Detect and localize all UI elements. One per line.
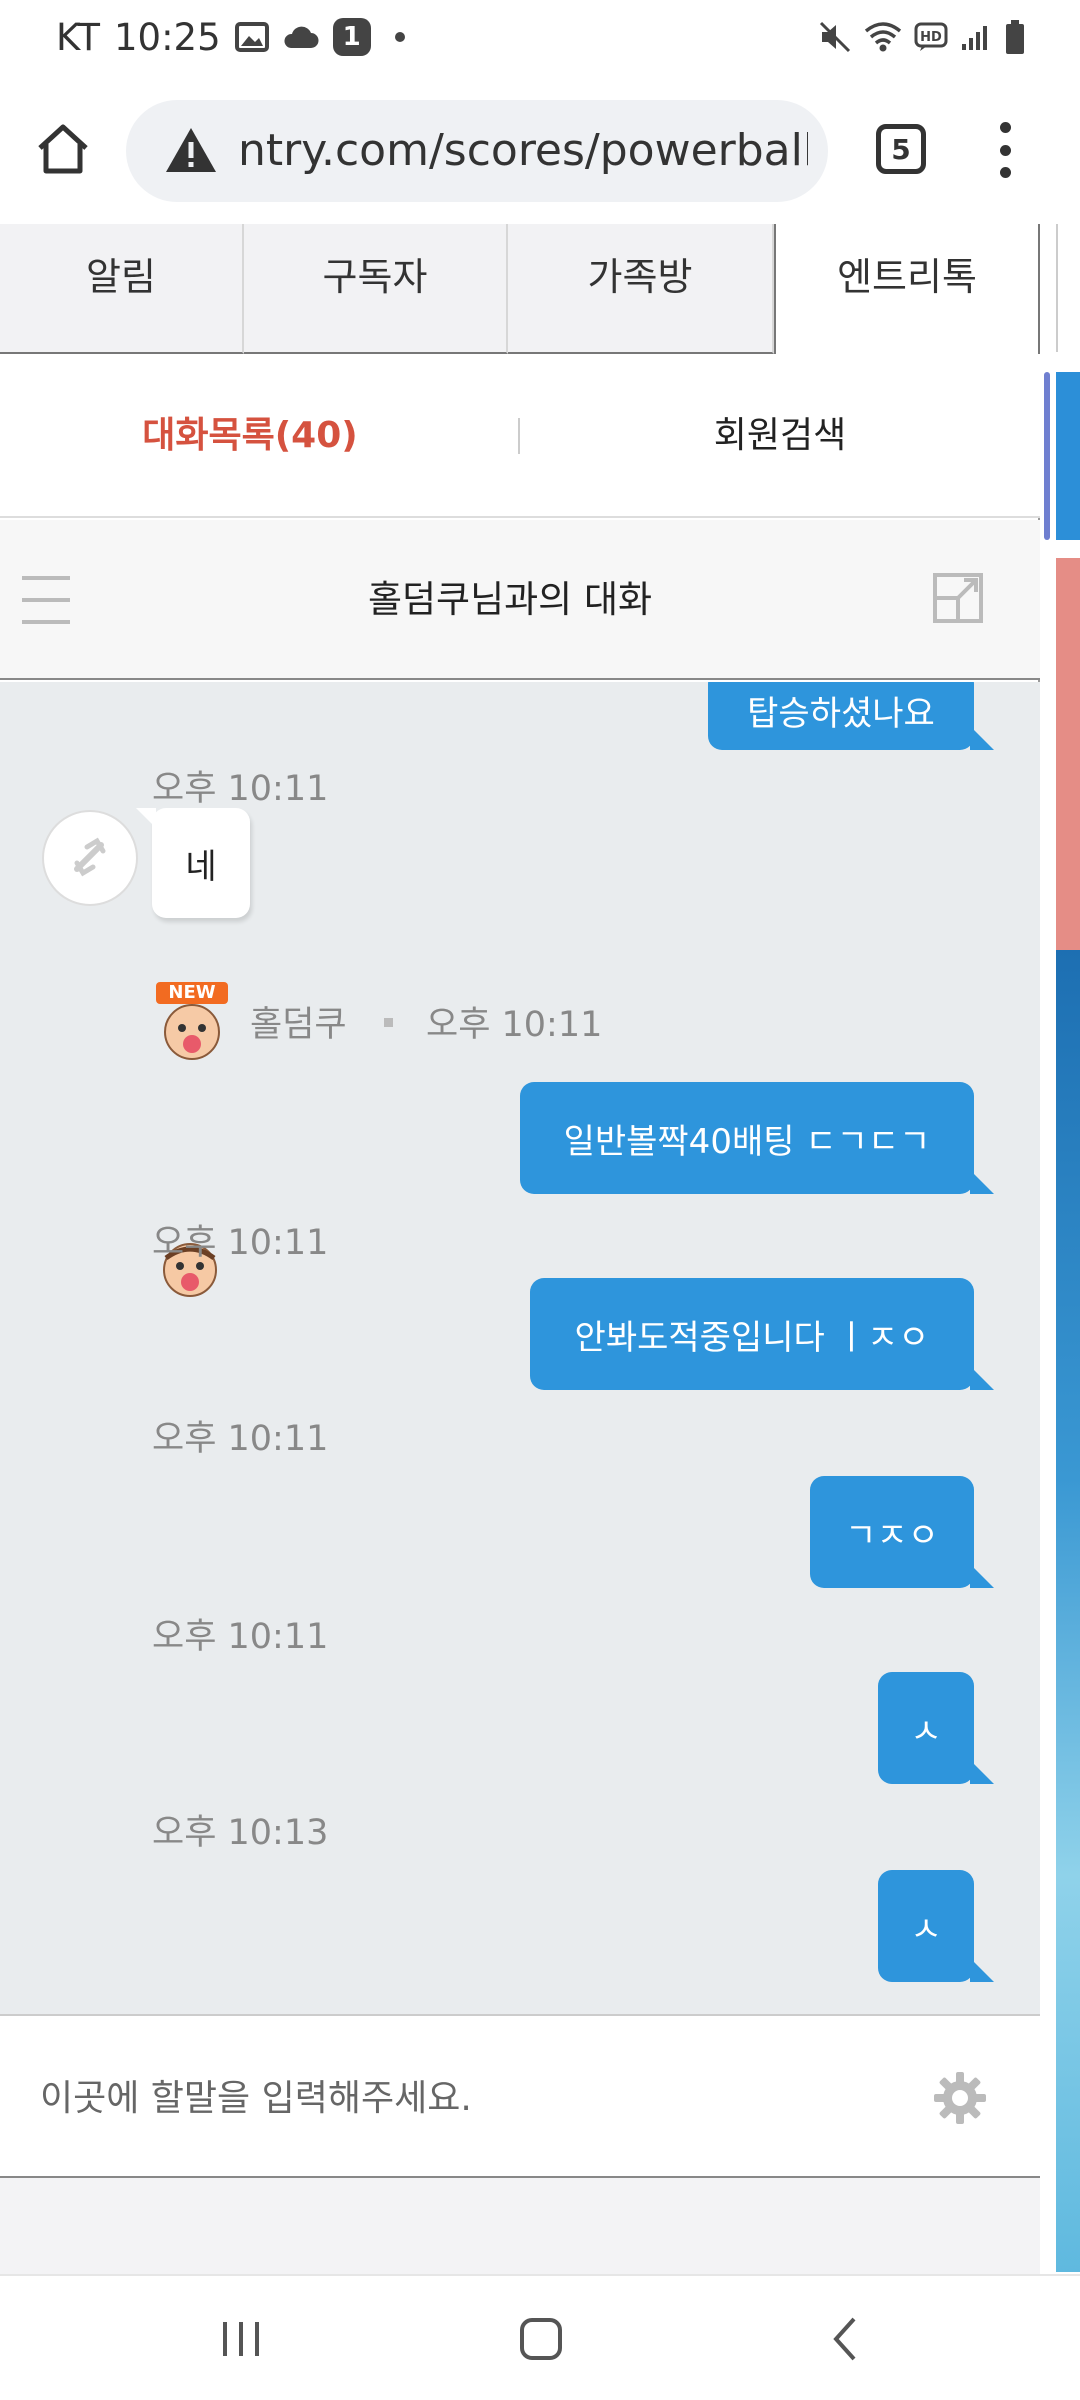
status-left: KT 10:25 1	[56, 12, 405, 62]
carrier-label: KT	[56, 15, 100, 59]
svg-text:HD: HD	[920, 30, 942, 45]
warning-icon[interactable]	[164, 124, 218, 178]
panel-scrollbar[interactable]	[1044, 372, 1050, 540]
page-blue-block	[1056, 372, 1080, 540]
wifi-icon	[864, 21, 902, 53]
message-time: 오후 10:11	[152, 1223, 329, 1263]
conversation-header: 홀덤쿠님과의 대화	[0, 520, 1040, 680]
status-bar: KT 10:25 1 HD	[0, 0, 1080, 74]
back-button[interactable]	[810, 2304, 880, 2374]
conversation-title: 홀덤쿠님과의 대화	[367, 578, 653, 621]
page-edge	[1056, 224, 1080, 352]
message-time: 오후 10:11	[152, 769, 329, 809]
message-input[interactable]	[40, 2016, 900, 2180]
popout-window-icon[interactable]	[932, 572, 984, 624]
new-badge-label: NEW	[168, 982, 216, 1003]
system-navigation-bar	[0, 2274, 1080, 2400]
sender-badge: NEW	[152, 982, 232, 1062]
page-background-image	[1056, 950, 1080, 2272]
address-bar[interactable]: ntry.com/scores/powerball/	[126, 100, 828, 202]
tab-family-room[interactable]: 가족방	[508, 224, 774, 354]
tab-subscribers[interactable]: 구독자	[244, 224, 508, 354]
outgoing-message: ㅅ	[878, 1672, 994, 1784]
signal-icon	[960, 22, 992, 52]
message-time: 오후 10:13	[152, 1813, 329, 1853]
background-page-strip	[1040, 224, 1080, 2274]
conversation-list-tab[interactable]: 대화목록(40)	[0, 354, 500, 518]
url-text[interactable]: ntry.com/scores/powerball/	[238, 100, 808, 202]
top-tab-row: 알림 구독자 가족방 엔트리톡	[0, 224, 1040, 354]
chat-panel: 알림 구독자 가족방 엔트리톡 대화목록(40) 회원검색 홀덤쿠님과의 대화 …	[0, 224, 1040, 2274]
tab-switcher-button[interactable]: 5	[876, 124, 926, 174]
message-list[interactable]: 탑승하셨나요 오후 10:11 네 NEW 홀덤쿠 오후 10:11 일반볼짝4…	[0, 682, 1040, 2014]
outgoing-message: ㅅ	[878, 1870, 994, 1982]
outgoing-message: ㄱㅈㅇ	[810, 1476, 994, 1588]
browser-menu-button[interactable]	[990, 122, 1020, 178]
menu-dot-icon	[999, 144, 1011, 156]
battery-icon	[1004, 19, 1026, 55]
incoming-message: 네	[136, 808, 250, 918]
menu-dot-icon	[999, 122, 1011, 133]
sub-tab-row: 대화목록(40) 회원검색	[0, 354, 1040, 518]
menu-dot-icon	[999, 167, 1011, 178]
message-input-bar	[0, 2014, 1040, 2180]
home-button[interactable]	[28, 114, 98, 184]
message-time: 오후 10:11	[152, 1617, 329, 1657]
avatar[interactable]	[42, 810, 138, 906]
back-chevron-icon	[833, 2317, 856, 2361]
cloud-icon	[283, 24, 319, 50]
clock: 10:25	[114, 15, 221, 59]
sender-separator-dot	[384, 1018, 393, 1027]
more-notifications-dot-icon	[394, 32, 405, 42]
recent-apps-button[interactable]	[206, 2304, 276, 2374]
sender-message-time: 오후 10:11	[426, 1005, 603, 1045]
recent-apps-icon	[223, 2322, 259, 2356]
mute-icon	[818, 20, 852, 54]
hd-voice-icon: HD	[914, 22, 948, 52]
browser-toolbar: ntry.com/scores/powerball/ 5	[0, 74, 1080, 224]
member-search-tab[interactable]: 회원검색	[520, 354, 1040, 518]
image-icon	[234, 22, 269, 52]
sender-name[interactable]: 홀덤쿠	[250, 996, 347, 1047]
outgoing-message: 안봐도적중입니다 ㅣㅈㅇ	[530, 1278, 994, 1390]
tab-notifications[interactable]: 알림	[0, 224, 244, 354]
gear-icon[interactable]	[930, 2068, 990, 2128]
home-icon	[38, 124, 88, 174]
home-square-icon	[520, 2318, 562, 2360]
tab-entry-talk[interactable]: 엔트리톡	[774, 224, 1040, 354]
outgoing-message: 일반볼짝40배팅 ㄷㄱㄷㄱ	[520, 1082, 994, 1194]
message-time: 오후 10:11	[152, 1419, 329, 1459]
notification-count-badge: 1	[332, 18, 371, 56]
default-avatar-icon	[74, 837, 106, 877]
panel-footer	[0, 2178, 1040, 2274]
outgoing-message: 탑승하셨나요	[708, 682, 994, 750]
home-nav-button[interactable]	[506, 2304, 576, 2374]
status-right: HD	[818, 14, 1026, 60]
